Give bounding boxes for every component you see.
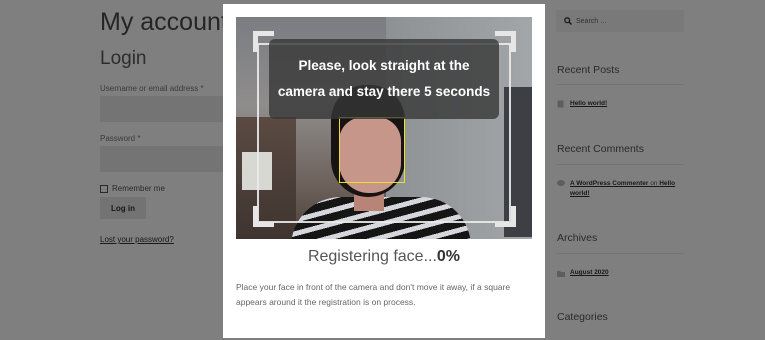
face-registration-modal: Please, look straight at the camera and … [223,4,545,338]
registration-status: Registering face...0% [223,248,545,266]
camera-feed: Please, look straight at the camera and … [236,17,532,239]
status-percent: 0% [436,248,461,265]
frame-corner [253,206,274,227]
status-text: Registering face... [307,248,437,265]
instructions-description: Place your face in front of the camera a… [236,282,511,307]
instruction-banner: Please, look straight at the camera and … [269,39,499,119]
frame-corner [495,206,516,227]
